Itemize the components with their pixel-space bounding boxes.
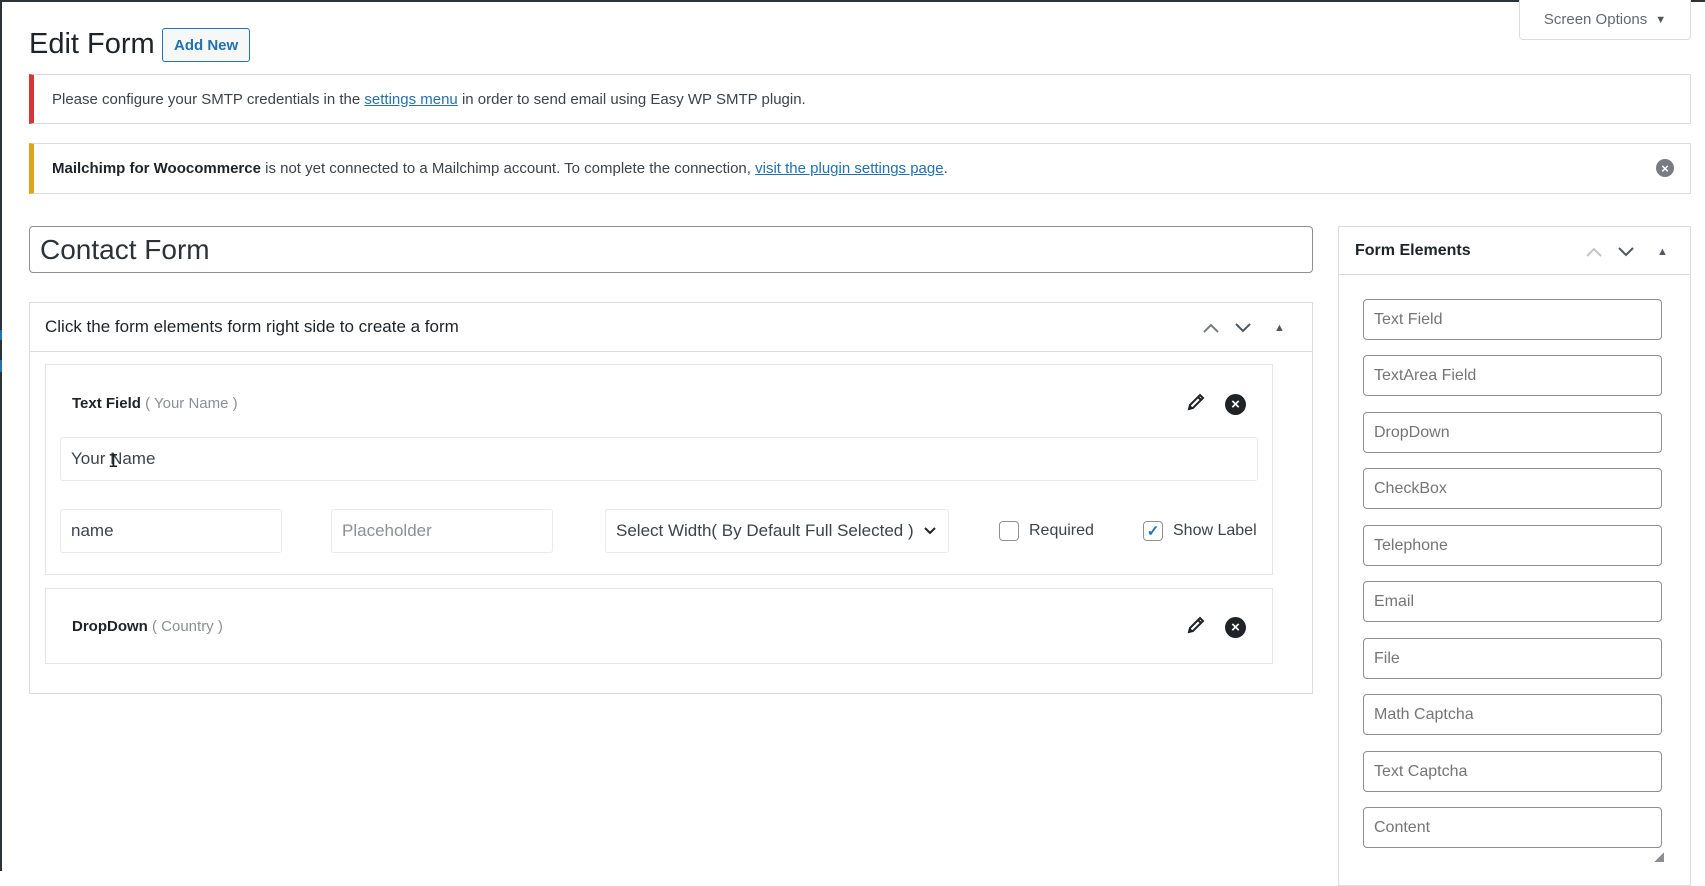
- delete-field-icon[interactable]: ×: [1225, 617, 1246, 638]
- move-up-icon[interactable]: [1585, 243, 1603, 261]
- field-card-text-field: Text Field ( Your Name ) × Your Name nam…: [45, 364, 1273, 575]
- page-title: Edit Form: [29, 28, 155, 60]
- move-down-icon[interactable]: [1617, 243, 1635, 261]
- element-button-dropdown[interactable]: DropDown: [1363, 412, 1662, 453]
- form-builder-box: Click the form elements form right side …: [29, 302, 1313, 694]
- text-cursor-icon: I: [108, 451, 119, 472]
- collapse-toggle-icon[interactable]: ▲: [1657, 246, 1668, 258]
- screen-options-button[interactable]: Screen Options ▼: [1519, 0, 1691, 40]
- show-label-checkbox-group: ✓ Show Label: [1143, 521, 1257, 541]
- smtp-notice-text: Please configure your SMTP credentials i…: [52, 90, 806, 108]
- smtp-notice: Please configure your SMTP credentials i…: [29, 74, 1691, 124]
- mailchimp-notice: Mailchimp for Woocommerce is not yet con…: [29, 143, 1691, 194]
- field-card-actions: ×: [1185, 391, 1246, 418]
- collapse-toggle-icon[interactable]: ▲: [1274, 322, 1285, 334]
- field-card-dropdown: DropDown ( Country ) ×: [45, 588, 1273, 664]
- delete-field-icon[interactable]: ×: [1225, 394, 1246, 415]
- settings-menu-link[interactable]: settings menu: [364, 91, 457, 108]
- element-button-telephone[interactable]: Telephone: [1363, 525, 1662, 566]
- width-select[interactable]: Select Width( By Default Full Selected ): [605, 509, 949, 553]
- field-card-title: DropDown ( Country ): [72, 618, 223, 635]
- field-placeholder-input[interactable]: Placeholder: [331, 509, 553, 553]
- window-frame-top: [0, 0, 1705, 2]
- show-label-label: Show Label: [1173, 522, 1257, 539]
- edit-pencil-icon[interactable]: [1185, 614, 1207, 641]
- window-frame-left: [0, 0, 2, 871]
- mailchimp-notice-text: Mailchimp for Woocommerce is not yet con…: [52, 160, 948, 177]
- required-label: Required: [1029, 522, 1094, 539]
- chevron-down-icon: [923, 527, 936, 535]
- add-new-button[interactable]: Add New: [162, 28, 251, 62]
- element-button-text-field[interactable]: Text Field: [1363, 299, 1662, 340]
- field-name-input[interactable]: name: [60, 509, 282, 553]
- screen-options-label: Screen Options: [1543, 11, 1648, 28]
- caret-down-icon: ▼: [1655, 13, 1667, 26]
- field-card-actions: ×: [1185, 614, 1246, 641]
- admin-menu-edge: [0, 330, 2, 340]
- element-button-math-captcha[interactable]: Math Captcha: [1363, 694, 1662, 735]
- move-down-icon[interactable]: [1234, 319, 1252, 337]
- element-button-textarea-field[interactable]: TextArea Field: [1363, 355, 1662, 396]
- element-button-text-captcha[interactable]: Text Captcha: [1363, 751, 1662, 792]
- show-label-checkbox[interactable]: ✓: [1143, 521, 1163, 541]
- builder-header-controls: ▲: [1202, 303, 1285, 352]
- admin-menu-edge: [0, 360, 2, 372]
- element-button-content[interactable]: Content: [1363, 807, 1662, 848]
- edit-pencil-icon[interactable]: [1185, 391, 1207, 418]
- element-button-checkbox[interactable]: CheckBox: [1363, 468, 1662, 509]
- required-checkbox-group: Required: [999, 521, 1094, 541]
- form-title-input[interactable]: Contact Form: [29, 226, 1313, 273]
- width-select-value: Select Width( By Default Full Selected ): [616, 521, 914, 540]
- dismiss-notice-icon[interactable]: ×: [1656, 159, 1674, 177]
- field-label-input[interactable]: Your Name: [60, 437, 1258, 481]
- resize-handle-icon[interactable]: [1654, 852, 1664, 862]
- plugin-settings-link[interactable]: visit the plugin settings page: [755, 160, 943, 177]
- element-button-file[interactable]: File: [1363, 638, 1662, 679]
- element-button-email[interactable]: Email: [1363, 581, 1662, 622]
- form-elements-box: Form Elements ▲ Text Field TextArea Fiel…: [1338, 226, 1691, 886]
- field-card-title: Text Field ( Your Name ): [72, 395, 238, 412]
- sidebar-header-controls: ▲: [1585, 227, 1668, 276]
- form-builder-header: Click the form elements form right side …: [30, 303, 1312, 352]
- required-checkbox[interactable]: [999, 521, 1019, 541]
- move-up-icon[interactable]: [1202, 319, 1220, 337]
